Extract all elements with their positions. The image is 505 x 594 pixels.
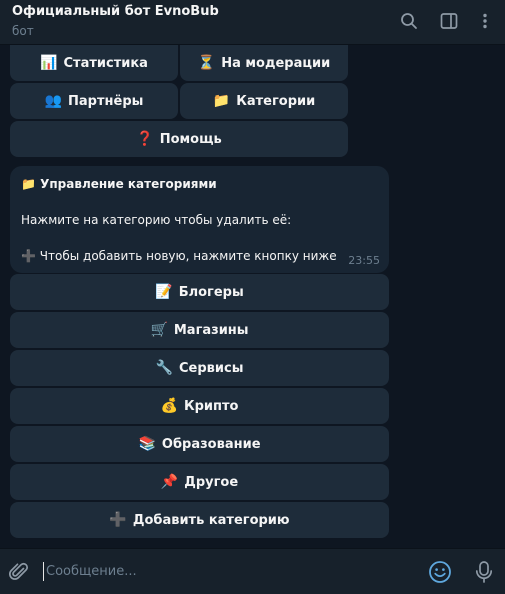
help-label: Помощь [159,131,222,147]
message-time: 23:55 [348,254,380,267]
category-button-education[interactable]: 📚 Образование [10,426,389,462]
more-vertical-icon[interactable] [474,10,496,32]
chat-title[interactable]: Официальный бот EvnoBub [12,4,219,19]
help-button[interactable]: ❓ Помощь [10,121,348,157]
message-bubble[interactable]: 📁 Управление категориями Нажмите на кате… [10,166,389,273]
plus-icon: ➕ [109,512,127,528]
category-button-shops[interactable]: 🛒 Магазины [10,312,389,348]
categories-button[interactable]: 📁 Категории [180,83,348,119]
sidebar-toggle-icon[interactable] [438,10,460,32]
microphone-icon[interactable] [471,559,497,585]
category-button-bloggers[interactable]: 📝 Блогеры [10,274,389,310]
pushpin-icon: 📌 [160,474,179,490]
chat-area[interactable]: 📊 Статистика ⏳ На модерации 👥 Партнёры 📁… [0,45,505,548]
chat-header: Официальный бот EvnoBub бот [0,0,505,45]
cart-icon: 🛒 [150,322,168,338]
chart-icon: 📊 [40,55,58,71]
books-icon: 📚 [138,436,156,452]
category-button-crypto[interactable]: 💰 Крипто [10,388,389,424]
question-icon: ❓ [136,131,154,147]
add-category-button[interactable]: ➕ Добавить категорию [10,502,389,538]
statistics-button[interactable]: 📊 Статистика [10,45,178,81]
message-hint: ➕ Чтобы добавить новую, нажмите кнопку н… [21,249,337,263]
message-title: 📁 Управление категориями [21,177,217,191]
money-bag-icon: 💰 [160,398,178,414]
message-composer: Сообщение... [0,548,505,594]
search-icon[interactable] [398,10,420,32]
category-button-other[interactable]: 📌 Другое [10,464,389,500]
category-button-services[interactable]: 🔧 Сервисы [10,350,389,386]
emoji-icon[interactable] [427,559,453,585]
partners-label: Партнёры [68,93,144,109]
wrench-icon: 🔧 [155,360,173,376]
message-instruction: Нажмите на категорию чтобы удалить её: [21,213,292,227]
folder-icon: 📁 [212,93,231,109]
moderation-label: На модерации [221,55,331,71]
users-icon: 👥 [44,93,63,109]
folder-icon: 📁 [21,177,36,191]
statistics-label: Статистика [63,55,148,71]
message-input[interactable]: Сообщение... [46,564,137,579]
attach-icon[interactable] [6,559,32,585]
chat-subtitle: бот [12,24,34,38]
partners-button[interactable]: 👥 Партнёры [10,83,178,119]
moderation-button[interactable]: ⏳ На модерации [180,45,348,81]
text-caret [43,562,44,581]
memo-icon: 📝 [155,284,173,300]
categories-label: Категории [236,93,316,109]
plus-icon: ➕ [21,249,36,263]
hourglass-icon: ⏳ [197,55,216,71]
